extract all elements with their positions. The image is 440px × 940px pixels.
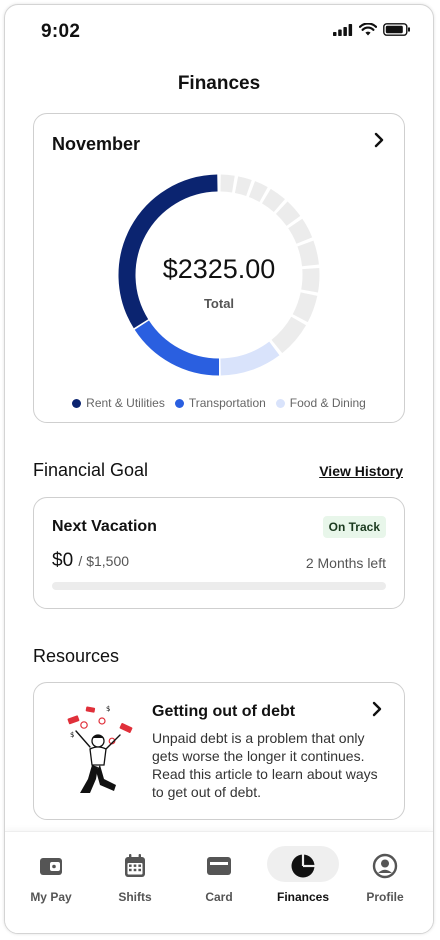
goal-target: / $1,500 — [78, 553, 130, 569]
status-icons — [333, 23, 411, 36]
donut-segment-food — [220, 341, 280, 376]
phone-screen: 9:02 Finances November $2325.00 Total Re… — [4, 4, 434, 934]
tab-label: Card — [205, 890, 233, 904]
pie-chart-icon — [263, 852, 343, 880]
legend-item-food: Food & Dining — [275, 396, 366, 410]
svg-text:$: $ — [106, 705, 110, 713]
resources-heading: Resources — [33, 646, 120, 666]
calendar-icon — [95, 852, 175, 880]
donut-segment-empty — [220, 174, 235, 193]
tab-my-pay[interactable]: My Pay — [11, 842, 91, 922]
legend-label: Transportation — [188, 396, 266, 410]
debt-illustration: $ $ — [67, 705, 133, 793]
wifi-icon — [359, 23, 377, 36]
status-bar: 9:02 — [5, 5, 433, 53]
page-title: Finances — [177, 73, 261, 94]
tab-shifts[interactable]: Shifts — [95, 842, 175, 922]
tab-label: Finances — [276, 890, 330, 904]
total-label: Total — [203, 296, 235, 311]
goal-time-left: 2 Months left — [305, 555, 386, 571]
article-description: Unpaid debt is a problem that only gets … — [152, 730, 378, 800]
goal-card[interactable]: Next Vacation On Track $0 / $1,500 2 Mon… — [33, 497, 405, 609]
legend-label: Food & Dining — [289, 396, 366, 410]
goal-amount: $0 / $1,500 — [52, 550, 129, 572]
tab-card[interactable]: Card — [179, 842, 259, 922]
status-time: 9:02 — [41, 21, 81, 42]
financial-goal-heading: Financial Goal — [33, 460, 149, 480]
signal-icon — [333, 23, 353, 36]
tab-label: Shifts — [118, 890, 152, 904]
wallet-icon — [11, 852, 91, 880]
tab-finances[interactable]: Finances — [263, 842, 343, 922]
legend-dot — [72, 398, 82, 408]
battery-icon — [383, 23, 410, 36]
tab-label: Profile — [366, 890, 404, 904]
month-title: November — [52, 134, 141, 154]
donut-segment-transportation — [134, 320, 220, 376]
user-icon — [345, 852, 425, 880]
donut-segment-empty — [288, 218, 313, 244]
bottom-tab-bar: My Pay Shifts Card Finances Profile — [5, 831, 433, 933]
legend-item-transportation: Transportation — [174, 396, 266, 410]
chart-legend: Rent & Utilities Transportation Food & D… — [34, 396, 404, 410]
chevron-right-icon[interactable] — [370, 701, 384, 722]
total-amount: $2325.00 — [162, 254, 276, 284]
donut-segment-empty — [271, 316, 307, 354]
view-history-link[interactable]: View History — [319, 463, 403, 479]
donut-segment-empty — [234, 176, 252, 197]
card-icon — [179, 852, 259, 880]
goal-status-badge: On Track — [322, 516, 386, 538]
goal-name: Next Vacation — [52, 518, 157, 535]
monthly-spending-card[interactable]: November $2325.00 Total Rent & Utilities… — [33, 113, 405, 423]
donut-segment-empty — [261, 188, 285, 213]
legend-dot — [275, 398, 285, 408]
legend-item-rent: Rent & Utilities — [72, 396, 165, 410]
legend-label: Rent & Utilities — [86, 396, 165, 410]
donut-segment-empty — [275, 201, 301, 227]
article-title: Getting out of debt — [152, 703, 296, 720]
donut-segment-empty — [248, 181, 268, 203]
goal-progress-bar — [52, 582, 386, 590]
legend-dot — [174, 398, 184, 408]
chevron-right-icon[interactable] — [372, 132, 386, 153]
goal-saved: $0 — [52, 550, 74, 571]
svg-text:$: $ — [70, 731, 74, 739]
resource-article-card[interactable]: $ $ Getting out of debt Unpaid debt is a… — [33, 682, 405, 820]
tab-label: My Pay — [30, 890, 72, 904]
tab-profile[interactable]: Profile — [345, 842, 425, 922]
